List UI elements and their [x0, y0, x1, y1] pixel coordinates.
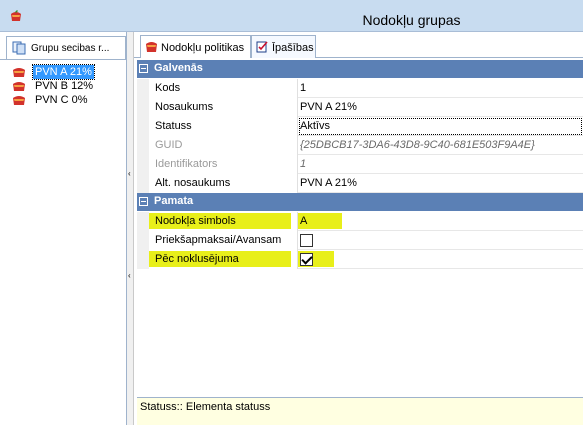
- list-item-pvn-c[interactable]: PVN C 0%: [12, 93, 124, 107]
- property-value-text: A: [300, 215, 308, 227]
- window-title: Nodokļu grupas: [362, 12, 461, 28]
- property-row-guid: GUID {25DBCB17-3DA6-43D8-9C40-681E503F9A…: [137, 136, 583, 155]
- property-value[interactable]: PVN A 21%: [298, 98, 583, 117]
- title-bar: Nodokļu grupas: [0, 0, 583, 32]
- row-gutter: [137, 250, 149, 269]
- row-gutter: [137, 79, 149, 98]
- property-name: Nodokļa simbols: [149, 212, 298, 231]
- prepayment-checkbox[interactable]: [300, 234, 313, 247]
- tab-label: Īpašības: [272, 42, 314, 54]
- category-general[interactable]: Galvenās: [137, 60, 583, 78]
- property-name: Alt. nosaukums: [149, 174, 298, 193]
- list-item-label: PVN C 0%: [35, 94, 88, 106]
- collapse-icon[interactable]: [139, 64, 148, 73]
- collapse-left-icon[interactable]: ‹: [128, 272, 133, 280]
- property-name: Priekšapmaksai/Avansam: [149, 231, 298, 250]
- tax-group-icon: [13, 82, 25, 91]
- row-gutter: [137, 98, 149, 117]
- property-value[interactable]: Aktīvs: [298, 117, 583, 136]
- property-value: [298, 250, 583, 269]
- category-base[interactable]: Pamata: [137, 193, 583, 211]
- tab-bar: Nodokļu politikas Īpašības: [134, 32, 583, 58]
- property-value: 1: [300, 158, 307, 170]
- row-gutter: [137, 117, 149, 136]
- list-item-label: PVN B 12%: [35, 80, 94, 92]
- property-row-statuss[interactable]: Statuss Aktīvs: [137, 117, 583, 136]
- description-panel: Statuss:: Elementa statuss: [137, 397, 583, 425]
- property-name: Nosaukums: [149, 98, 298, 117]
- property-name: Pēc noklusējuma: [149, 250, 298, 269]
- category-label: Pamata: [154, 195, 194, 207]
- tab-label: Nodokļu politikas: [161, 42, 245, 54]
- property-name: Identifikators: [149, 155, 298, 174]
- property-grid: Galvenās Kods 1 Nosaukums PVN A 21% Stat…: [137, 60, 583, 397]
- panel-splitter[interactable]: ‹ ‹: [127, 32, 134, 425]
- property-row-default[interactable]: Pēc noklusējuma: [137, 250, 583, 269]
- description-text: Statuss:: Elementa statuss: [140, 401, 271, 413]
- property-value[interactable]: 1: [298, 79, 583, 98]
- property-row-kods[interactable]: Kods 1: [137, 79, 583, 98]
- row-gutter: [137, 155, 149, 174]
- documents-icon: [12, 41, 26, 55]
- default-checkbox[interactable]: [300, 253, 313, 266]
- property-value[interactable]: A: [298, 212, 583, 231]
- group-list: PVN A 21% PVN B 12% PVN C 0%: [12, 64, 124, 107]
- property-row-tax-symbol[interactable]: Nodokļa simbols A: [137, 212, 583, 231]
- collapse-icon[interactable]: [139, 197, 148, 206]
- property-name-text: Nodokļa simbols: [155, 215, 236, 227]
- category-label: Galvenās: [154, 62, 203, 74]
- list-item-label: PVN A 21%: [32, 64, 95, 80]
- property-row-nosaukums[interactable]: Nosaukums PVN A 21%: [137, 98, 583, 117]
- collapse-left-icon[interactable]: ‹: [128, 170, 133, 178]
- tax-group-icon: [13, 96, 25, 105]
- property-name: Kods: [149, 79, 298, 98]
- row-gutter: [137, 212, 149, 231]
- row-gutter: [137, 174, 149, 193]
- tab-divider: [0, 59, 127, 60]
- property-value: {25DBCB17-3DA6-43D8-9C40-681E503F9A4E}: [300, 139, 535, 151]
- tab-group-order[interactable]: Grupu secibas r...: [6, 36, 126, 60]
- tab-properties[interactable]: Īpašības: [251, 35, 316, 58]
- row-gutter: [137, 231, 149, 250]
- app-icon: [11, 10, 21, 21]
- properties-checklist-icon: [256, 41, 268, 53]
- property-value[interactable]: PVN A 21%: [298, 174, 583, 193]
- details-panel: Nodokļu politikas Īpašības Galvenās Kods…: [134, 32, 583, 425]
- list-item-pvn-b[interactable]: PVN B 12%: [12, 79, 124, 93]
- row-gutter: [137, 136, 149, 155]
- property-row-identifikators: Identifikators 1: [137, 155, 583, 174]
- property-name-text: Pēc noklusējuma: [155, 253, 239, 265]
- tax-group-icon: [13, 68, 25, 77]
- property-name: GUID: [149, 136, 298, 155]
- tab-group-order-label: Grupu secibas r...: [31, 43, 110, 54]
- property-row-alt-nosaukums[interactable]: Alt. nosaukums PVN A 21%: [137, 174, 583, 193]
- property-row-prepayment[interactable]: Priekšapmaksai/Avansam: [137, 231, 583, 250]
- list-item-pvn-a[interactable]: PVN A 21%: [12, 64, 124, 80]
- group-order-panel: Grupu secibas r... PVN A 21% PVN B 12% P…: [0, 32, 127, 425]
- property-name: Statuss: [149, 117, 298, 136]
- tab-tax-policies[interactable]: Nodokļu politikas: [140, 35, 251, 58]
- nodoklu-politikas-icon: [146, 42, 157, 52]
